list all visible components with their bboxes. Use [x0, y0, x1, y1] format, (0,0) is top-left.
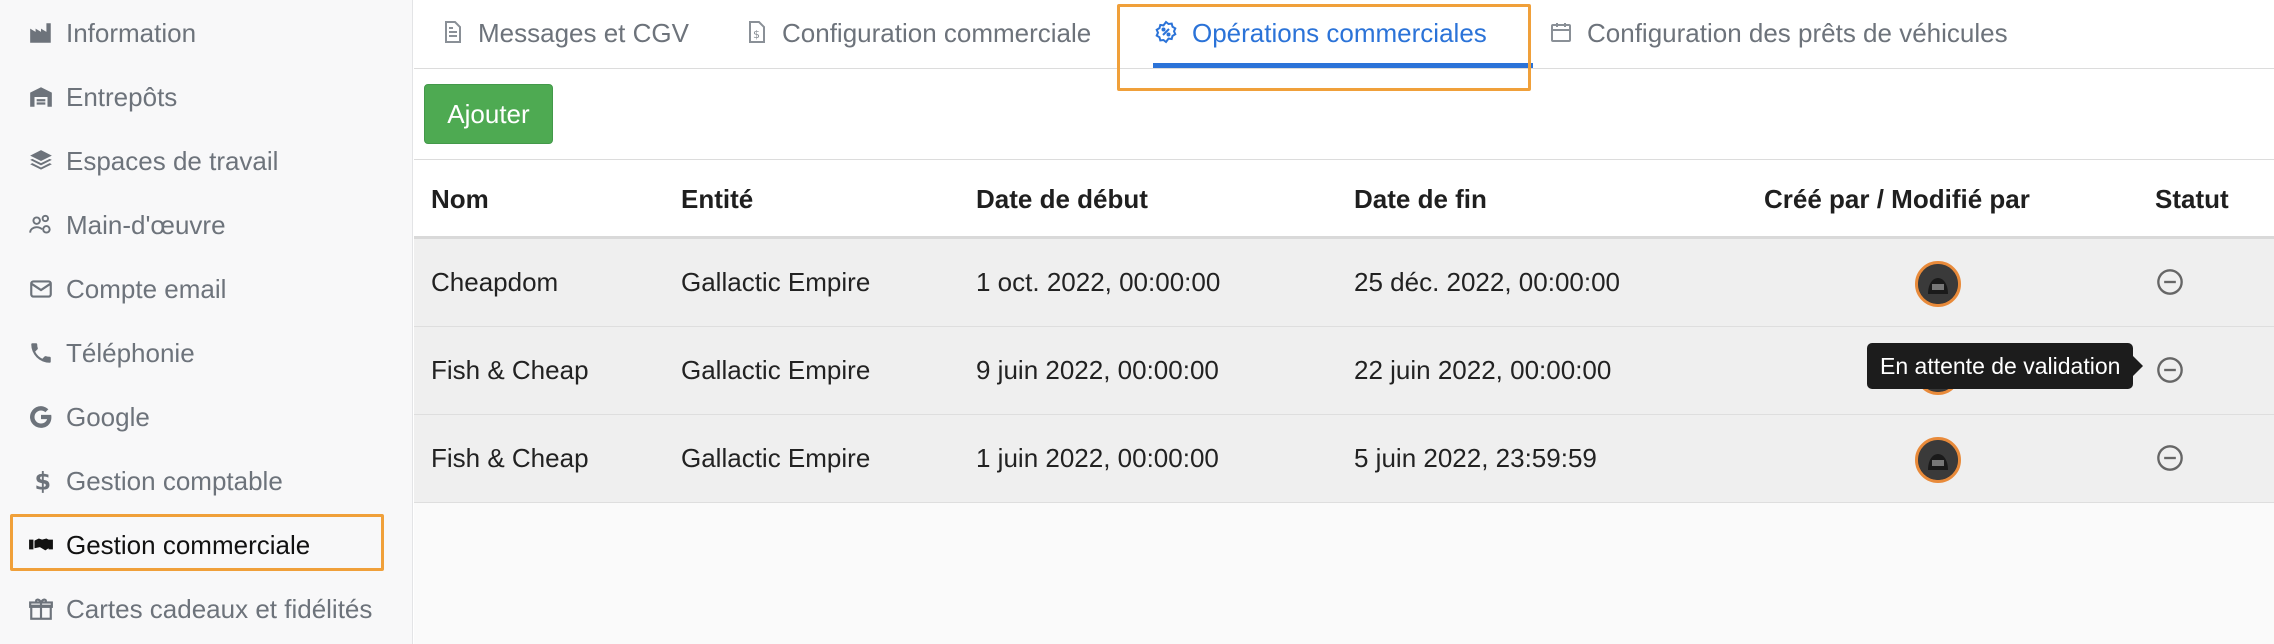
- add-button[interactable]: Ajouter: [424, 84, 553, 144]
- industry-icon: [14, 18, 54, 48]
- cell-date-fin: 5 juin 2022, 23:59:59: [1354, 443, 1597, 473]
- sidebar-item-cartes-cadeaux[interactable]: Cartes cadeaux et fidélités: [14, 580, 386, 638]
- cell-nom: Fish & Cheap: [431, 443, 589, 473]
- cell-date-debut: 9 juin 2022, 00:00:00: [976, 355, 1219, 385]
- tab-label: Opérations commerciales: [1192, 17, 1487, 48]
- tab-configuration-commerciale[interactable]: $ Configuration commerciale: [744, 0, 1091, 66]
- table-row[interactable]: Cheapdom Gallactic Empire 1 oct. 2022, 0…: [414, 239, 2274, 327]
- sidebar-item-google[interactable]: Google: [14, 388, 386, 446]
- avatar[interactable]: [1915, 261, 1961, 307]
- tab-label: Messages et CGV: [478, 17, 689, 48]
- sidebar-item-label: Main-d'œuvre: [66, 209, 226, 240]
- column-header-entite[interactable]: Entité: [681, 184, 753, 215]
- sidebar-item-label: Cartes cadeaux et fidélités: [66, 593, 373, 624]
- sidebar-item-label: Espaces de travail: [66, 145, 279, 176]
- layers-icon: [14, 146, 54, 176]
- sidebar-item-espaces[interactable]: Espaces de travail: [14, 132, 386, 190]
- minus-circle-icon[interactable]: [2156, 356, 2184, 384]
- gift-icon: [14, 594, 54, 624]
- document-icon: [440, 20, 464, 46]
- cell-entite: Gallactic Empire: [681, 443, 871, 473]
- google-icon: [14, 402, 54, 432]
- table-row[interactable]: Fish & Cheap Gallactic Empire 1 juin 202…: [414, 415, 2274, 503]
- users-cog-icon: [14, 210, 54, 240]
- envelope-icon: [14, 274, 54, 304]
- tab-configuration-prets-vehicules[interactable]: Configuration des prêts de véhicules: [1549, 0, 2008, 66]
- cell-date-fin: 25 déc. 2022, 00:00:00: [1354, 267, 1621, 297]
- sidebar-item-label: Gestion commerciale: [66, 529, 311, 560]
- svg-text:$: $: [35, 468, 52, 494]
- minus-circle-icon[interactable]: [2156, 268, 2184, 296]
- minus-circle-icon[interactable]: [2156, 444, 2184, 472]
- sidebar-item-label: Téléphonie: [66, 337, 195, 368]
- sidebar-item-label: Gestion comptable: [66, 465, 283, 496]
- status-tooltip: En attente de validation: [1867, 343, 2144, 389]
- tab-messages-cgv[interactable]: Messages et CGV: [440, 0, 689, 66]
- cell-date-debut: 1 oct. 2022, 00:00:00: [976, 267, 1221, 297]
- tab-bar: Messages et CGV $ Configuration commerci…: [414, 0, 2274, 69]
- sidebar-item-compte-email[interactable]: Compte email: [14, 260, 386, 318]
- sidebar-item-main-doeuvre[interactable]: Main-d'œuvre: [14, 196, 386, 254]
- sidebar-item-label: Entrepôts: [66, 81, 178, 112]
- sidebar-item-label: Compte email: [66, 273, 227, 304]
- column-header-date-fin[interactable]: Date de fin: [1354, 184, 1487, 215]
- sidebar: Information Entrepôts Espaces de travail…: [0, 0, 413, 644]
- sidebar-item-label: Google: [66, 401, 150, 432]
- column-header-cree-modifie[interactable]: Créé par / Modifié par: [1764, 184, 2030, 215]
- handshake-icon: [14, 530, 54, 560]
- phone-icon: [14, 338, 54, 368]
- sidebar-item-entrepots[interactable]: Entrepôts: [14, 68, 386, 126]
- tab-operations-commerciales[interactable]: Opérations commerciales: [1154, 0, 1487, 66]
- percent-badge-icon: [1154, 20, 1178, 46]
- cell-entite: Gallactic Empire: [681, 355, 871, 385]
- cell-nom: Cheapdom: [431, 267, 559, 297]
- column-header-nom[interactable]: Nom: [431, 184, 489, 215]
- cell-date-fin: 22 juin 2022, 00:00:00: [1354, 355, 1612, 385]
- sidebar-item-information[interactable]: Information: [14, 4, 386, 62]
- dollar-icon: $: [14, 466, 54, 496]
- column-header-date-debut[interactable]: Date de début: [976, 184, 1148, 215]
- sidebar-item-telephonie[interactable]: Téléphonie: [14, 324, 386, 382]
- cell-date-debut: 1 juin 2022, 00:00:00: [976, 443, 1219, 473]
- cell-nom: Fish & Cheap: [431, 355, 589, 385]
- svg-text:$: $: [753, 28, 760, 41]
- warehouse-icon: [14, 82, 54, 112]
- file-dollar-icon: $: [744, 20, 768, 46]
- table-header: Nom Entité Date de début Date de fin Cré…: [414, 159, 2274, 239]
- calendar-icon: [1549, 20, 1573, 46]
- tab-label: Configuration commerciale: [782, 17, 1092, 48]
- tab-label: Configuration des prêts de véhicules: [1587, 17, 2008, 48]
- sidebar-item-gestion-comptable[interactable]: $ Gestion comptable: [14, 452, 386, 510]
- active-tab-underline: [1153, 63, 1533, 68]
- sidebar-item-gestion-commerciale[interactable]: Gestion commerciale: [14, 516, 386, 574]
- operations-table: Nom Entité Date de début Date de fin Cré…: [414, 159, 2274, 644]
- sidebar-item-label: Information: [66, 17, 197, 48]
- avatar[interactable]: [1915, 437, 1961, 483]
- column-header-statut[interactable]: Statut: [2155, 184, 2229, 215]
- cell-entite: Gallactic Empire: [681, 267, 871, 297]
